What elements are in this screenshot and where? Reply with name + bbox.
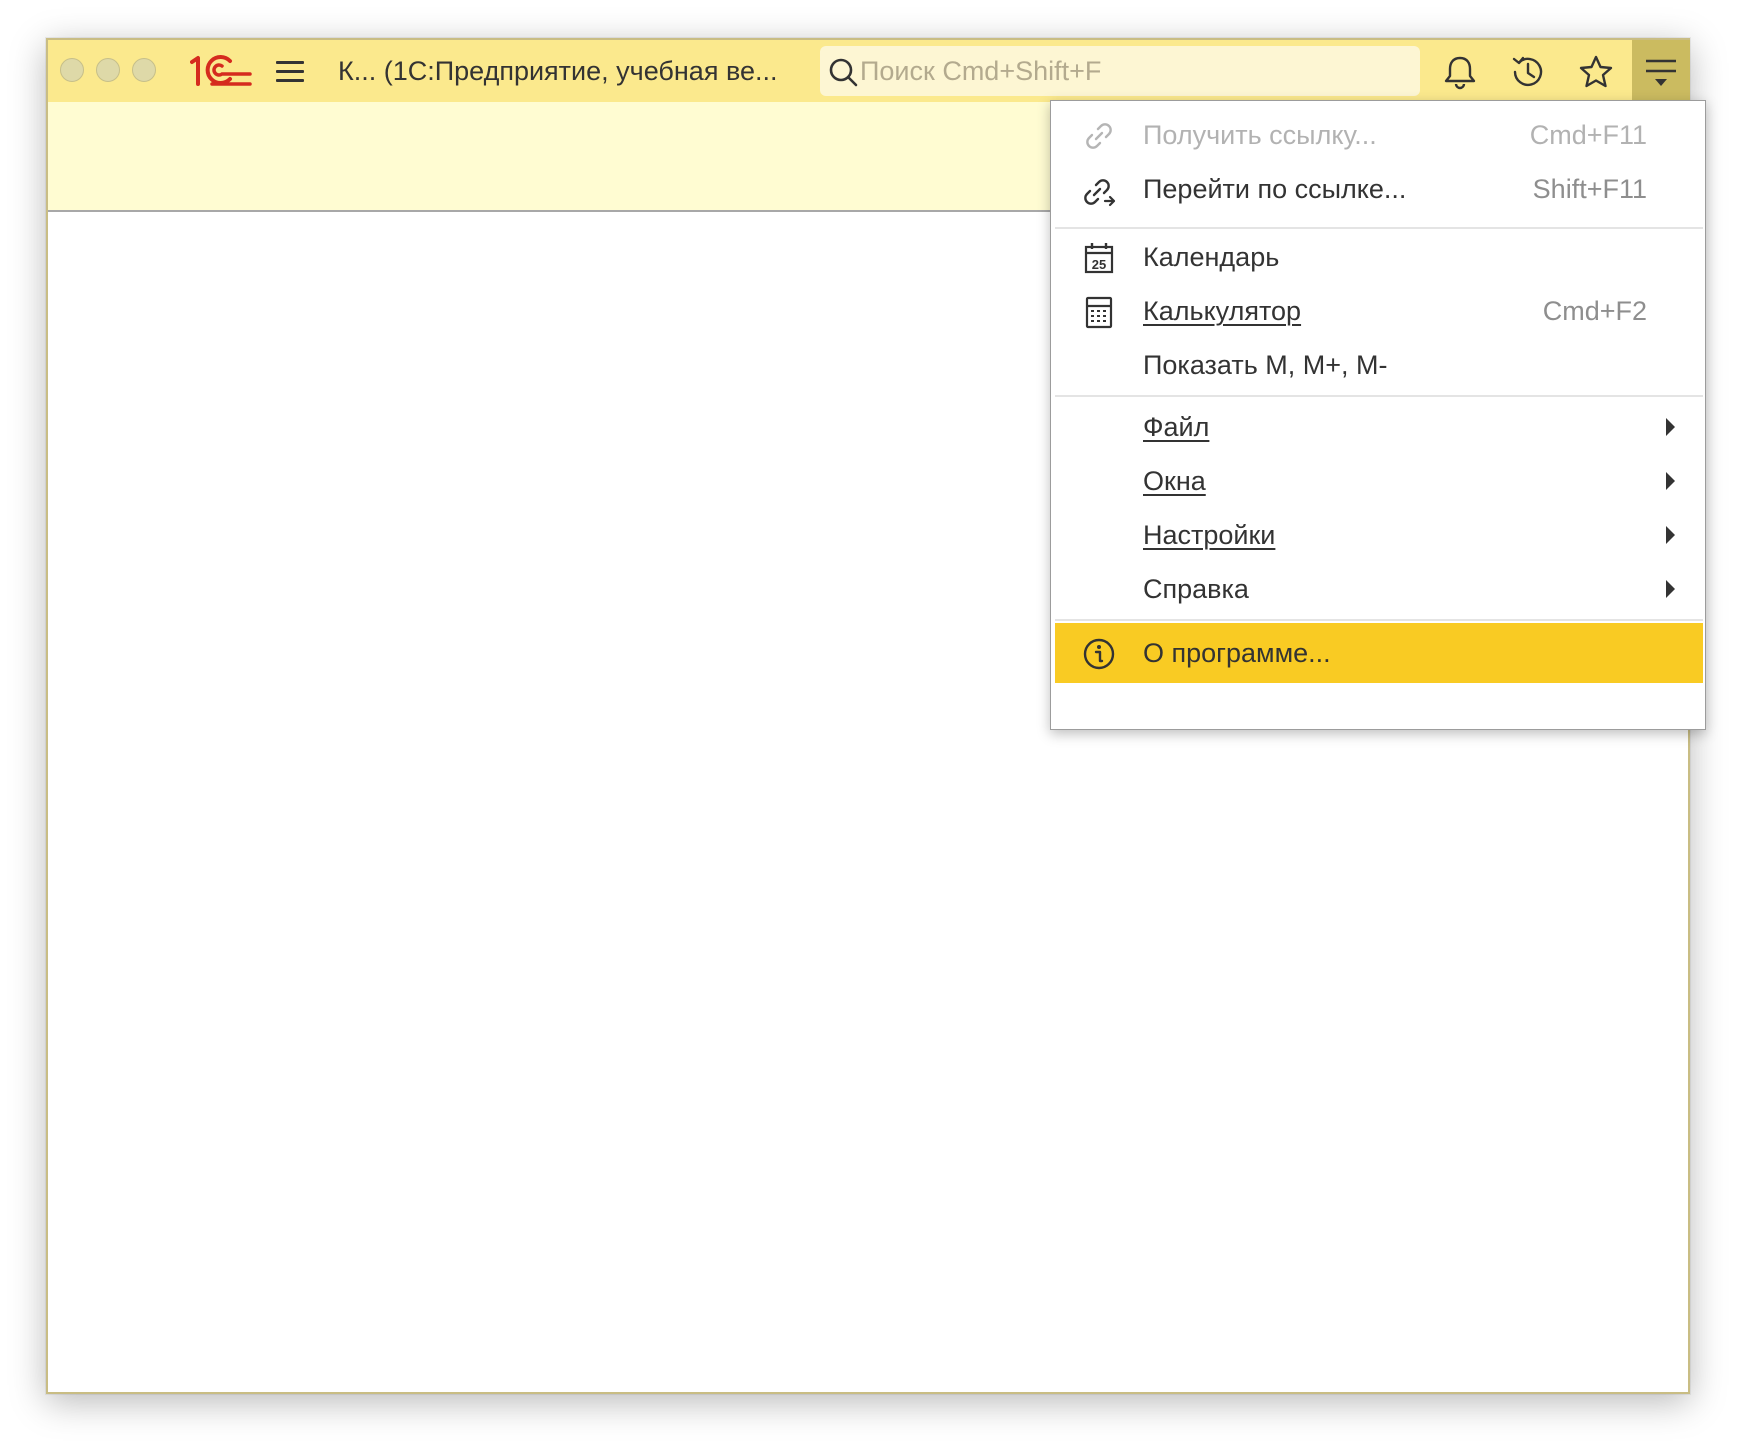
favorites-button[interactable] xyxy=(1574,50,1618,94)
hamburger-menu-button[interactable] xyxy=(274,56,306,86)
menu-item-windows[interactable]: Окна xyxy=(1055,451,1703,511)
bell-icon xyxy=(1438,56,1482,98)
svg-text:25: 25 xyxy=(1092,257,1106,272)
menu-item-go-to-link[interactable]: Перейти по ссылке... Shift+F11 xyxy=(1055,159,1703,219)
close-window-button[interactable] xyxy=(60,58,84,82)
menu-item-label: Получить ссылку... xyxy=(1143,120,1377,150)
menu-separator xyxy=(1055,619,1703,621)
menu-item-label: О программе... xyxy=(1143,638,1331,668)
info-icon xyxy=(1081,636,1117,672)
submenu-arrow-icon xyxy=(1666,418,1675,436)
minimize-window-button[interactable] xyxy=(96,58,120,82)
history-button[interactable] xyxy=(1506,50,1550,94)
search-input[interactable] xyxy=(860,46,1400,96)
menu-item-label: Калькулятор xyxy=(1143,296,1302,326)
1c-logo xyxy=(190,52,252,88)
menu-item-shortcut: Cmd+F2 xyxy=(1542,296,1647,326)
menu-item-label: Окна xyxy=(1143,466,1206,496)
menu-item-settings[interactable]: Настройки xyxy=(1055,505,1703,565)
menu-item-calendar[interactable]: 25 Календарь xyxy=(1055,227,1703,287)
link-icon xyxy=(1081,118,1117,154)
calendar-icon: 25 xyxy=(1081,240,1117,276)
menu-item-calculator[interactable]: Калькулятор Cmd+F2 xyxy=(1055,281,1703,341)
star-icon xyxy=(1574,55,1618,98)
submenu-arrow-icon xyxy=(1666,526,1675,544)
menu-item-label: Файл xyxy=(1143,412,1210,442)
zoom-window-button[interactable] xyxy=(132,58,156,82)
menu-item-shortcut: Shift+F11 xyxy=(1532,174,1647,204)
menu-item-shortcut: Cmd+F11 xyxy=(1529,120,1647,150)
submenu-arrow-icon xyxy=(1666,472,1675,490)
menu-item-help[interactable]: Справка xyxy=(1055,559,1703,619)
menu-item-label: Показать M, M+, M- xyxy=(1143,350,1388,380)
search-icon xyxy=(826,55,860,89)
window-title: К... (1С:Предприятие, учебная ве... xyxy=(338,56,778,86)
menu-item-file[interactable]: Файл xyxy=(1055,397,1703,457)
notifications-button[interactable] xyxy=(1438,50,1482,94)
main-menu-dropdown: Получить ссылку... Cmd+F11 Перейти по сс… xyxy=(1050,100,1706,730)
menu-item-label: Настройки xyxy=(1143,520,1276,550)
menu-item-label: Справка xyxy=(1143,574,1249,604)
history-icon xyxy=(1506,56,1550,98)
main-menu-button[interactable] xyxy=(1632,40,1690,102)
menu-item-label: Перейти по ссылке... xyxy=(1143,174,1407,204)
menu-item-label: Календарь xyxy=(1143,242,1280,272)
menu-item-about[interactable]: О программе... xyxy=(1055,623,1703,683)
go-to-link-icon xyxy=(1081,172,1117,208)
menu-item-show-memory[interactable]: Показать M, M+, M- xyxy=(1055,335,1703,395)
menu-item-get-link[interactable]: Получить ссылку... Cmd+F11 xyxy=(1055,105,1703,165)
calculator-icon xyxy=(1081,294,1117,330)
search-box[interactable] xyxy=(820,46,1420,96)
submenu-arrow-icon xyxy=(1666,580,1675,598)
title-bar: К... (1С:Предприятие, учебная ве... xyxy=(48,40,1690,103)
